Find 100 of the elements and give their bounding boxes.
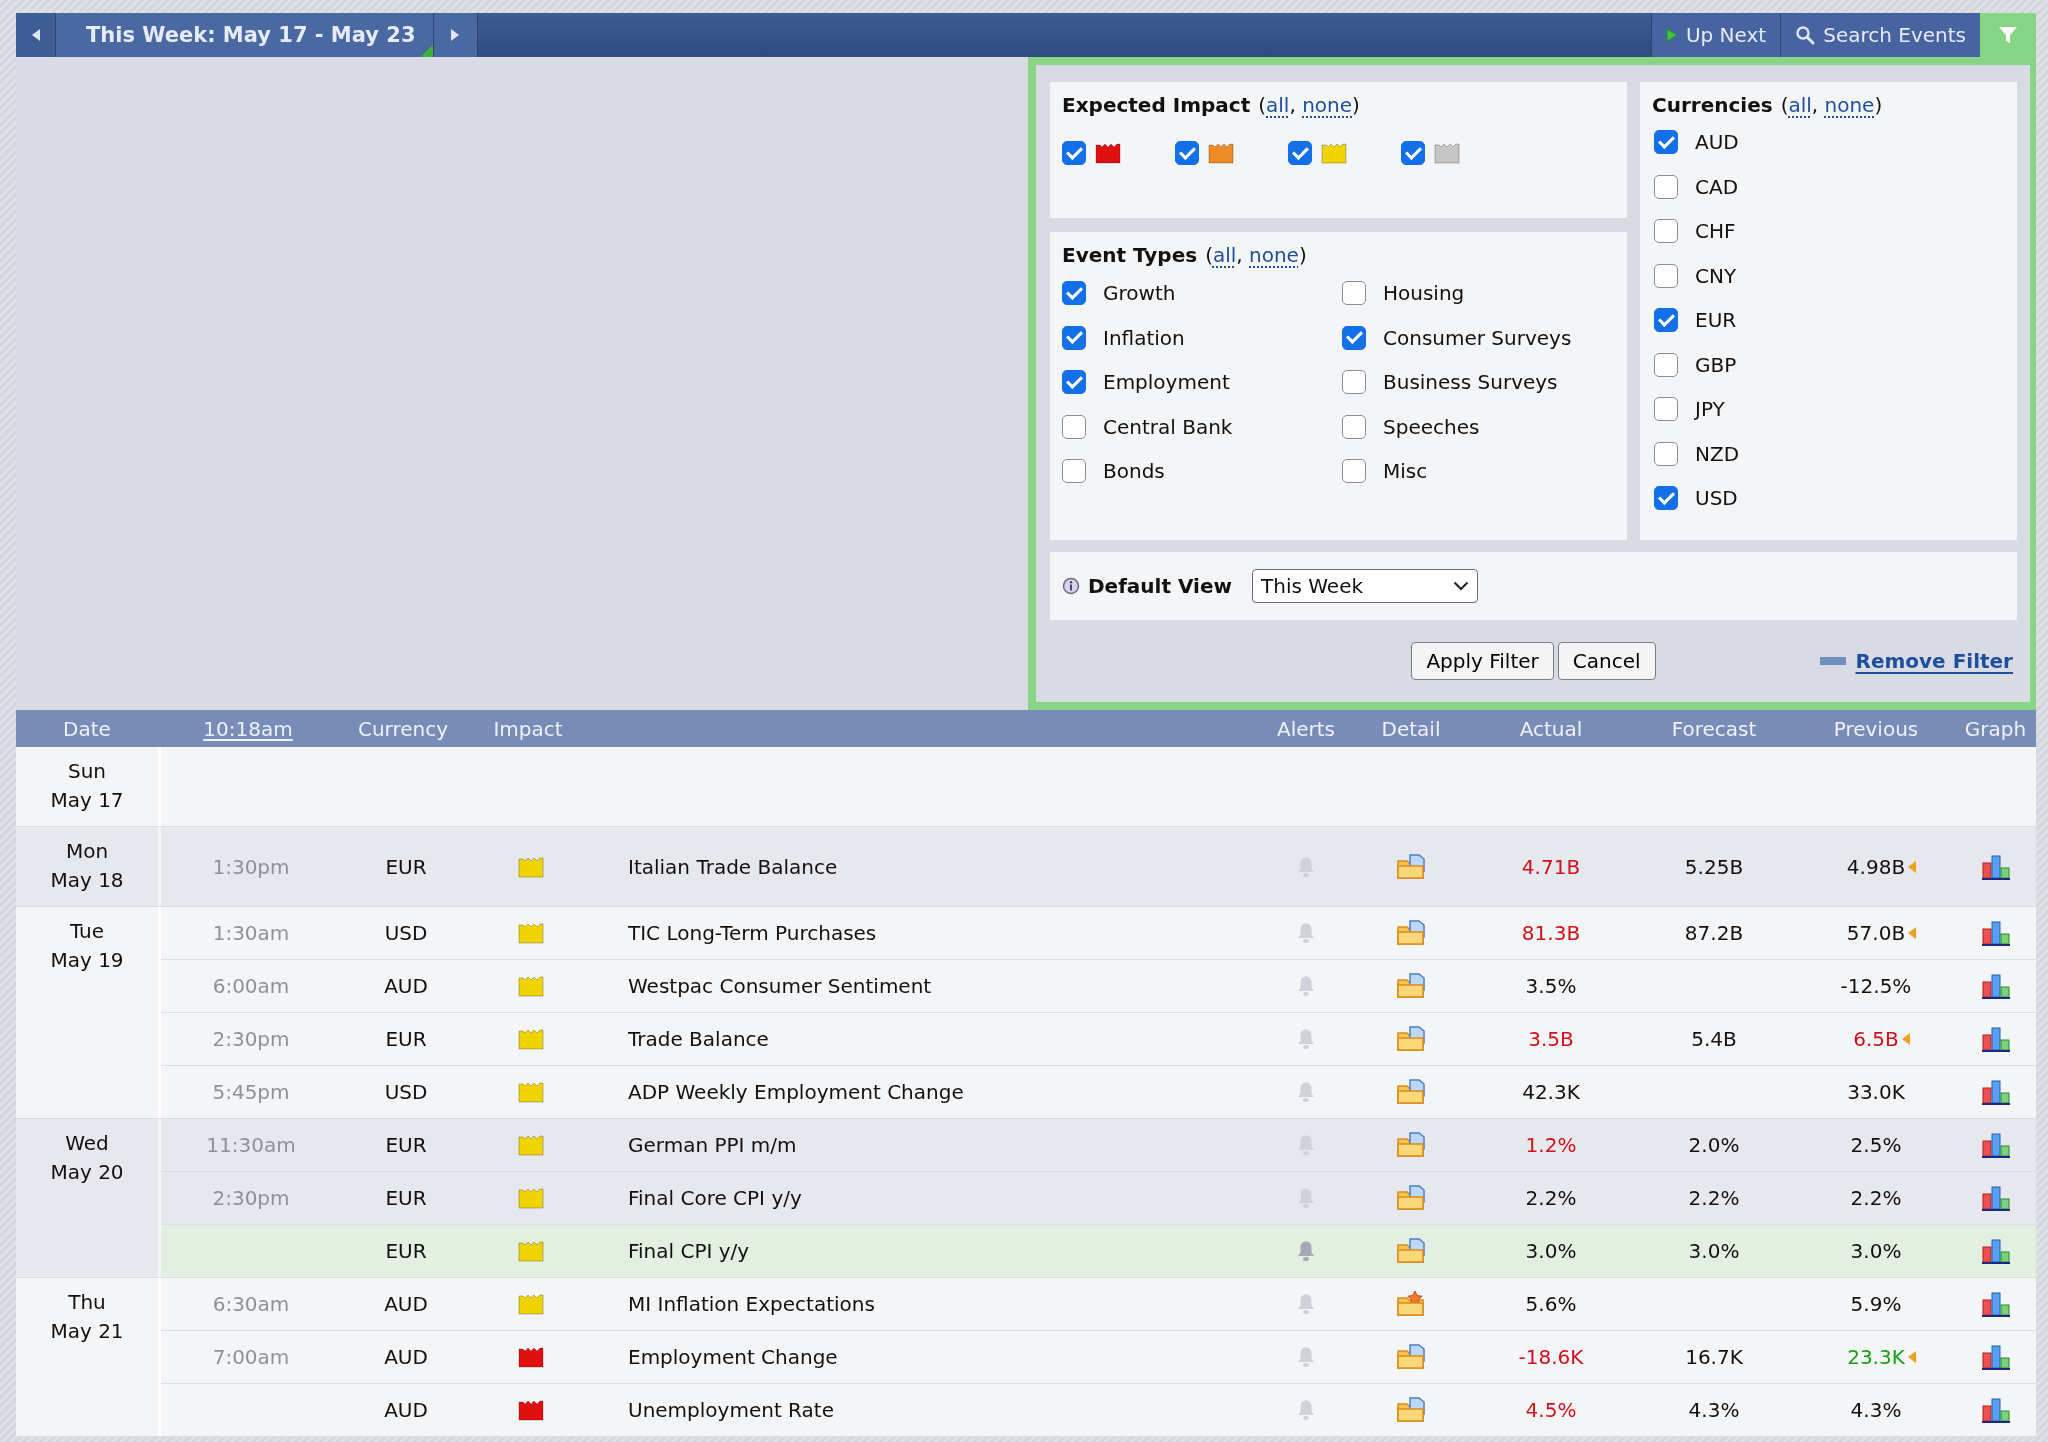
- event-title[interactable]: German PPI m/m: [591, 1133, 797, 1157]
- previous-value: 2.5%: [1850, 1133, 1902, 1157]
- checkbox[interactable]: [1062, 459, 1086, 484]
- up-next-button[interactable]: Up Next: [1650, 13, 1781, 57]
- checkbox[interactable]: [1288, 141, 1312, 165]
- select-none-link[interactable]: none: [1824, 93, 1875, 117]
- bar-chart-icon[interactable]: [1980, 1079, 2011, 1105]
- bar-chart-icon[interactable]: [1980, 1344, 2011, 1370]
- option-label: Misc: [1383, 459, 1428, 484]
- checkbox[interactable]: [1342, 414, 1366, 439]
- time-cell: 6:30am: [212, 1292, 290, 1316]
- actual-value: 42.3K: [1522, 1080, 1580, 1104]
- bar-chart-icon[interactable]: [1980, 853, 2011, 880]
- day-label: Tue: [69, 918, 105, 945]
- checkbox[interactable]: [1654, 130, 1678, 155]
- column-header: Currency: [357, 716, 449, 741]
- bar-chart-icon[interactable]: [1980, 1238, 2011, 1264]
- currency-cell: EUR: [385, 1186, 427, 1210]
- option-label: Housing: [1383, 281, 1465, 306]
- forecast-value: 16.7K: [1685, 1345, 1743, 1369]
- actual-value: 3.5B: [1528, 1027, 1574, 1051]
- column-header: Graph: [1964, 716, 2027, 741]
- day-label: Sun: [67, 758, 106, 785]
- checkbox[interactable]: [1401, 141, 1425, 165]
- actual-value: 3.0%: [1525, 1239, 1577, 1263]
- select-all-link[interactable]: all: [1266, 93, 1290, 117]
- checkbox[interactable]: [1654, 263, 1678, 288]
- parenthesis: ): [1874, 93, 1883, 117]
- actual-value: 3.5%: [1525, 974, 1577, 998]
- bar-chart-icon[interactable]: [1980, 1132, 2011, 1158]
- bar-chart-icon[interactable]: [1980, 920, 2011, 946]
- checkbox[interactable]: [1062, 414, 1086, 439]
- previous-value: 5.9%: [1850, 1292, 1902, 1316]
- previous-week-button[interactable]: [16, 13, 56, 57]
- bar-chart-icon[interactable]: [1980, 1026, 2011, 1052]
- column-header: Alerts: [1277, 716, 1335, 741]
- checkbox[interactable]: [1342, 325, 1366, 350]
- checkbox[interactable]: [1654, 308, 1678, 333]
- default-view-select[interactable]: This Week: [1252, 569, 1478, 603]
- event-title[interactable]: Final Core CPI y/y: [591, 1186, 802, 1210]
- previous-value: 3.0%: [1850, 1239, 1902, 1263]
- option-label: EUR: [1695, 308, 1737, 333]
- checkbox[interactable]: [1342, 370, 1366, 395]
- checkbox[interactable]: [1062, 281, 1086, 306]
- comma: ,: [1236, 243, 1243, 267]
- checkbox[interactable]: [1654, 397, 1678, 422]
- actual-value: 1.2%: [1525, 1133, 1577, 1157]
- cancel-button[interactable]: Cancel: [1557, 642, 1656, 680]
- select-none-link[interactable]: none: [1249, 243, 1299, 267]
- select-none-link[interactable]: none: [1302, 93, 1353, 117]
- checkbox[interactable]: [1342, 459, 1366, 484]
- checkbox[interactable]: [1654, 352, 1678, 377]
- search-events-button[interactable]: Search Events: [1780, 13, 1980, 57]
- checkbox[interactable]: [1654, 174, 1678, 199]
- actual-value: 2.2%: [1525, 1186, 1577, 1210]
- forecast-value: 5.4B: [1691, 1027, 1737, 1051]
- remove-filter-link[interactable]: Remove Filter: [1855, 649, 2013, 673]
- actual-value: 4.5%: [1525, 1398, 1577, 1422]
- event-title[interactable]: Employment Change: [591, 1345, 838, 1369]
- event-title[interactable]: MI Inflation Expectations: [591, 1292, 875, 1316]
- checkbox[interactable]: [1175, 141, 1199, 165]
- checkbox[interactable]: [1062, 370, 1086, 395]
- event-title[interactable]: Final CPI y/y: [591, 1239, 750, 1263]
- folder-document-icon: [1396, 1343, 1426, 1371]
- bar-chart-icon[interactable]: [1980, 1397, 2011, 1423]
- bar-chart-icon[interactable]: [1980, 1291, 2011, 1317]
- select-all-link[interactable]: all: [1788, 93, 1812, 117]
- checkbox[interactable]: [1654, 486, 1678, 511]
- apply-filter-button[interactable]: Apply Filter: [1411, 642, 1554, 680]
- event-title[interactable]: Italian Trade Balance: [591, 854, 838, 879]
- option-label: Consumer Surveys: [1383, 325, 1572, 350]
- bar-chart-icon[interactable]: [1980, 1185, 2011, 1211]
- next-week-button[interactable]: [433, 13, 478, 57]
- folder-document-icon: [1396, 1396, 1426, 1424]
- time-cell: 11:30am: [206, 1133, 296, 1157]
- event-title[interactable]: Unemployment Rate: [591, 1398, 834, 1422]
- event-title[interactable]: ADP Weekly Employment Change: [591, 1080, 964, 1104]
- time-cell: 2:30pm: [212, 1186, 290, 1210]
- select-all-link[interactable]: all: [1212, 243, 1237, 267]
- bar-chart-icon[interactable]: [1980, 973, 2011, 999]
- forecast-value: 3.0%: [1688, 1239, 1740, 1263]
- parenthesis: ): [1352, 93, 1360, 117]
- previous-value: 33.0K: [1847, 1080, 1905, 1104]
- checkbox[interactable]: [1062, 325, 1086, 350]
- checkbox[interactable]: [1654, 441, 1678, 466]
- checkbox[interactable]: [1654, 219, 1678, 244]
- time-cell: 6:00am: [212, 974, 290, 998]
- previous-value: -12.5%: [1840, 974, 1912, 998]
- forecast-value: 4.3%: [1688, 1398, 1740, 1422]
- column-header: Previous: [1833, 716, 1919, 741]
- date-label: May 17: [50, 787, 124, 814]
- checkbox[interactable]: [1342, 281, 1366, 306]
- event-title[interactable]: Westpac Consumer Sentiment: [591, 974, 932, 998]
- event-title[interactable]: TIC Long-Term Purchases: [591, 921, 877, 945]
- event-title[interactable]: Trade Balance: [591, 1027, 769, 1051]
- time-cell: 1:30am: [212, 921, 290, 945]
- checkbox[interactable]: [1062, 141, 1086, 165]
- currency-cell: EUR: [385, 1133, 427, 1157]
- week-period-button[interactable]: This Week: May 17 - May 23: [56, 13, 434, 57]
- time-cell: 5:45pm: [212, 1080, 290, 1104]
